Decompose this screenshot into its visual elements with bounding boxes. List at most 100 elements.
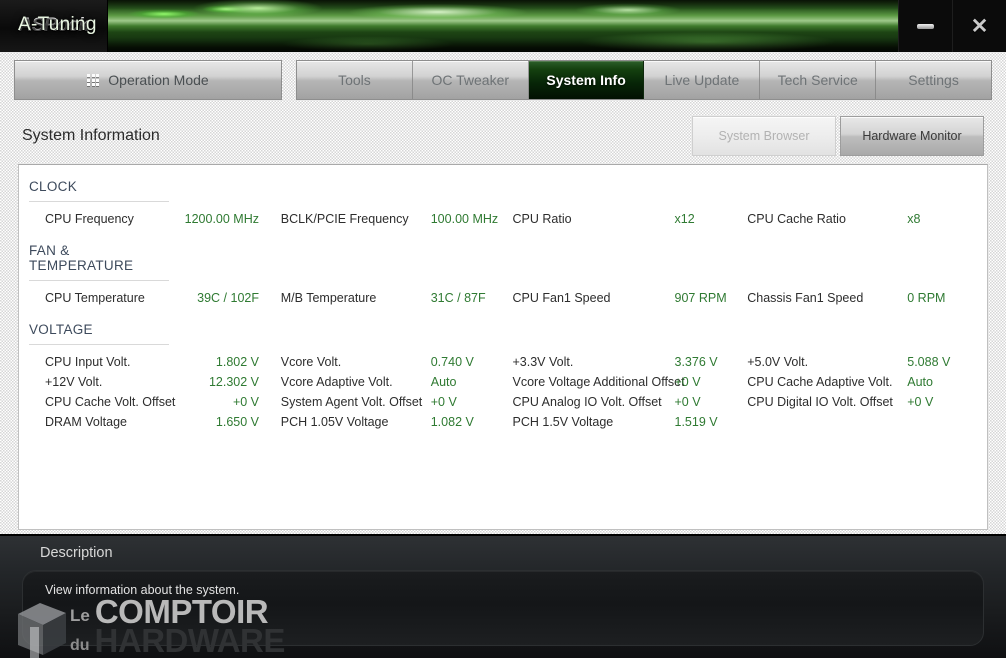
info-label: Chassis Fan1 Speed [747,291,864,305]
description-title: Description [40,545,113,561]
info-label: PCH 1.05V Voltage [280,415,389,429]
section-rows: CPU Temperature 39C / 102F M/B Temperature… [19,288,987,308]
info-row: CPU Input Volt. 1.802 V Vcore Volt. 0.740 V… [19,352,987,372]
info-label: +12V Volt. [45,375,103,389]
info-value: 12.302 V [208,375,259,389]
section-title: FAN & TEMPERATURE [29,243,169,281]
info-cell: CPU Cache Adaptive Volt. Auto [747,375,987,389]
tab-system-info[interactable]: System Info [528,61,645,99]
info-cell: Vcore Volt. 0.740 V [281,355,513,369]
info-label: CPU Cache Ratio [747,212,846,226]
info-value: 100.00 MHz [430,212,499,226]
info-cell: CPU Fan1 Speed 907 RPM [513,291,748,305]
minimize-icon [917,23,934,29]
tab-strip: Tools OC Tweaker System Info Live Update Tec… [296,60,992,100]
hardware-monitor-button[interactable]: Hardware Monitor [840,116,984,156]
info-cell: BCLK/PCIE Frequency 100.00 MHz [281,212,513,226]
info-row: CPU Temperature 39C / 102F M/B Temperature… [19,288,987,308]
panel-header: System Information System Browser Hardwar… [0,108,1006,164]
info-value: 5.088 V [907,355,951,369]
description-body: View information about the system. [22,570,984,646]
info-value: 3.376 V [674,355,718,369]
info-cell: CPU Analog IO Volt. Offset +0 V [513,395,748,409]
info-value: 1200.00 MHz [184,212,259,226]
info-cell: Chassis Fan1 Speed 0 RPM [747,291,987,305]
info-value: Auto [430,375,457,389]
info-label: CPU Ratio [512,212,572,226]
info-cell: System Agent Volt. Offset +0 V [281,395,513,409]
description-text: View information about the system. [45,583,240,597]
info-cell: +5.0V Volt. 5.088 V [747,355,987,369]
info-value: 1.802 V [215,355,259,369]
window-controls: ✕ [898,0,1006,52]
info-cell: CPU Temperature 39C / 102F [19,291,281,305]
tab-tools[interactable]: Tools [297,61,413,99]
info-label: CPU Temperature [45,291,145,305]
info-value: +0 V [907,395,934,409]
info-row: DRAM Voltage 1.650 V PCH 1.05V Voltage 1.08… [19,412,987,432]
info-label: BCLK/PCIE Frequency [280,212,409,226]
section-rows: CPU Frequency 1200.00 MHz BCLK/PCIE Freque… [19,209,987,229]
info-label: Vcore Voltage Additional Offset [512,375,685,389]
description-panel: Description View information about the s… [0,534,1006,658]
info-cell: M/B Temperature 31C / 87F [281,291,513,305]
section-title: CLOCK [29,179,169,202]
info-value: 0.740 V [430,355,474,369]
section-clock: CLOCK CPU Frequency 1200.00 MHz BCLK/PCIE F… [19,179,987,229]
section-fan-temperature: FAN & TEMPERATURE CPU Temperature 39C / 10… [19,243,987,308]
info-label: CPU Cache Adaptive Volt. [747,375,893,389]
a-tuning-window: ASRock A-Tuning ✕ Operation Mode Tools OC… [0,0,1006,658]
info-value: 1.519 V [674,415,718,429]
operation-mode-button[interactable]: Operation Mode [14,60,282,100]
info-cell: DRAM Voltage 1.650 V [19,415,281,429]
system-browser-button: System Browser [692,116,836,156]
info-cell: CPU Ratio x12 [513,212,748,226]
info-label: Vcore Volt. [280,355,342,369]
info-row: +12V Volt. 12.302 V Vcore Adaptive Volt. Au… [19,372,987,392]
info-cell: CPU Input Volt. 1.802 V [19,355,281,369]
info-label: CPU Digital IO Volt. Offset [747,395,893,409]
info-cell: +12V Volt. 12.302 V [19,375,281,389]
info-label: M/B Temperature [280,291,377,305]
close-button[interactable]: ✕ [952,0,1006,52]
info-label: CPU Input Volt. [45,355,131,369]
info-cell: Vcore Adaptive Volt. Auto [281,375,513,389]
tab-settings[interactable]: Settings [876,61,991,99]
info-value: +0 V [430,395,457,409]
info-label: CPU Fan1 Speed [512,291,611,305]
operation-mode-label: Operation Mode [108,72,209,88]
navigation-bar: Operation Mode Tools OC Tweaker System Inf… [0,52,1006,108]
info-value: 31C / 87F [430,291,486,305]
header-banner [108,0,898,52]
info-label: +5.0V Volt. [747,355,809,369]
info-cell: +3.3V Volt. 3.376 V [513,355,748,369]
info-value: +0 V [674,395,701,409]
section-voltage: VOLTAGE CPU Input Volt. 1.802 V Vcore Volt.… [19,322,987,432]
section-rows: CPU Input Volt. 1.802 V Vcore Volt. 0.740 V… [19,352,987,432]
info-label: CPU Frequency [45,212,134,226]
minimize-button[interactable] [898,0,952,52]
tab-oc-tweaker[interactable]: OC Tweaker [413,61,529,99]
tab-tech-service[interactable]: Tech Service [760,61,877,99]
info-cell: CPU Digital IO Volt. Offset +0 V [747,395,987,409]
info-cell: Vcore Voltage Additional Offset +0 V [513,375,748,389]
info-cell: CPU Cache Ratio x8 [747,212,987,226]
tab-live-update[interactable]: Live Update [644,61,761,99]
info-cell: PCH 1.05V Voltage 1.082 V [281,415,513,429]
page-title: System Information [22,127,160,144]
title-bar: ASRock A-Tuning ✕ [0,0,1006,52]
info-label: Vcore Adaptive Volt. [280,375,393,389]
info-label: CPU Analog IO Volt. Offset [512,395,662,409]
info-value: 907 RPM [674,291,727,305]
info-cell: CPU Frequency 1200.00 MHz [19,212,281,226]
info-label: +3.3V Volt. [512,355,574,369]
panel-header-buttons: System Browser Hardware Monitor [692,116,984,156]
info-label: CPU Cache Volt. Offset [45,395,176,409]
info-value: x12 [674,212,695,226]
info-label: DRAM Voltage [45,415,127,429]
info-value: Auto [907,375,933,389]
info-value: x8 [907,212,921,226]
info-value: 39C / 102F [197,291,259,305]
section-title: VOLTAGE [29,322,169,345]
info-value: +0 V [232,395,259,409]
